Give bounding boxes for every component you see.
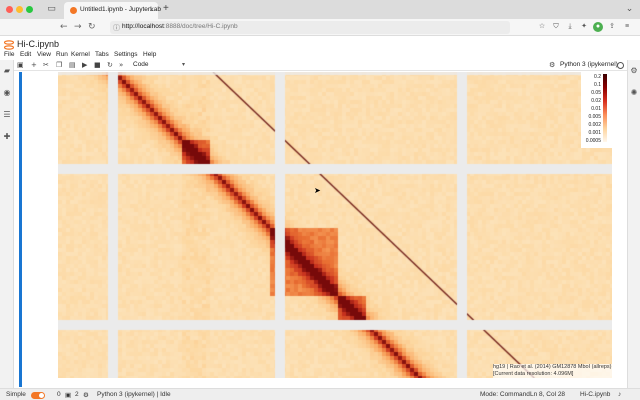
menu-kernel[interactable]: Kernel: [71, 51, 90, 58]
kernel-status-icon: [617, 62, 624, 69]
paste-icon[interactable]: ▤: [69, 61, 76, 69]
right-sidebar: ⚙ ✺: [627, 60, 640, 388]
copy-icon[interactable]: ❐: [56, 61, 62, 69]
left-sidebar: ▰ ◉ ☰ ✚: [0, 60, 14, 388]
browser-tab-active[interactable]: Untitled1.ipynb - JupyterLab ×: [64, 2, 161, 19]
colorbar-tick: 0.0005: [585, 138, 601, 144]
menu-tabs[interactable]: Tabs: [95, 51, 109, 58]
download-icon[interactable]: ⤓: [565, 22, 575, 32]
toc-icon[interactable]: ☰: [3, 111, 11, 119]
colorbar: 0.2 0.1 0.05 0.02 0.01 0.005 0.002 0.001…: [581, 72, 612, 148]
kernel-state[interactable]: Python 3 (ipykernel) | Idle: [97, 391, 171, 398]
attribution-label: hg19 | Rao et al. (2014) GM12878 MboI (a…: [493, 364, 613, 378]
menu-settings[interactable]: Settings: [114, 51, 138, 58]
kernel-icon: ⚙: [83, 392, 89, 399]
insert-cell-icon[interactable]: +: [31, 61, 37, 69]
restart-icon[interactable]: ↻: [107, 61, 113, 69]
tab-close-icon[interactable]: ×: [149, 5, 154, 14]
attribution-line-1: hg19 | Rao et al. (2014) GM12878 MboI (a…: [493, 364, 613, 370]
stop-icon[interactable]: ■: [94, 61, 101, 69]
folder-icon[interactable]: ▰: [3, 67, 11, 75]
bookmark-star-icon[interactable]: ☆: [537, 22, 547, 32]
cursor-position[interactable]: Ln 8, Col 28: [530, 391, 565, 398]
browser-tab-bar: ▭ Untitled1.ipynb - JupyterLab × + ⌄: [0, 0, 640, 19]
reload-icon[interactable]: ↻: [88, 22, 96, 32]
url-bar[interactable]: ⓘ http://localhost:8888/doc/tree/Hi-C.ip…: [110, 21, 510, 34]
extension-icon[interactable]: ✦: [579, 22, 589, 32]
kernel-count[interactable]: 2: [75, 391, 79, 398]
gear-icon[interactable]: ⚙: [549, 61, 555, 69]
cut-icon[interactable]: ✂: [43, 61, 49, 69]
menu-help[interactable]: Help: [143, 51, 156, 58]
hic-heatmap-canvas[interactable]: [58, 72, 612, 378]
colorbar-tick: 0.1: [594, 82, 601, 88]
notification-bell-icon[interactable]: ♪: [618, 391, 621, 398]
jupyter-favicon-icon: [70, 7, 77, 14]
profile-avatar[interactable]: ●: [593, 22, 603, 32]
chevron-down-icon: ▾: [181, 62, 185, 68]
terminal-icon: ▣: [65, 392, 72, 399]
fast-forward-icon[interactable]: »: [119, 61, 123, 69]
notebook-title: Hi-C.ipynb: [17, 39, 60, 49]
tab-list-chevron-icon[interactable]: ⌄: [624, 4, 635, 15]
status-bar: Simple 0 ▣ 2 ⚙ Python 3 (ipykernel) | Id…: [0, 388, 640, 400]
shield-icon[interactable]: ⛉: [551, 22, 561, 32]
forward-icon[interactable]: →: [74, 22, 82, 32]
notebook-toolbar: ▣ + ✂ ❐ ▤ ▶ ■ ↻ » Code ▾ ⚙ Python 3 (ipy…: [14, 60, 627, 71]
maximize-window-button[interactable]: [26, 6, 33, 13]
sidebar-icon[interactable]: ▭: [46, 4, 57, 15]
cell-type-value: Code: [133, 61, 149, 68]
back-icon[interactable]: ←: [60, 22, 68, 32]
run-icon[interactable]: ▶: [82, 61, 87, 69]
colorbar-tick: 0.01: [591, 106, 601, 112]
menu-edit[interactable]: Edit: [20, 51, 31, 58]
colorbar-tick: 0.002: [588, 122, 601, 128]
minimize-window-button[interactable]: [16, 6, 23, 13]
extension-icon[interactable]: ✚: [3, 133, 11, 141]
running-icon[interactable]: ◉: [3, 89, 11, 97]
page-info-icon[interactable]: ⓘ: [113, 23, 120, 33]
share-icon[interactable]: ⇪: [607, 22, 617, 32]
url-text: http://localhost:8888/doc/tree/Hi-C.ipyn…: [122, 23, 238, 30]
colorbar-gradient: [603, 74, 607, 142]
menu-icon[interactable]: ≡: [622, 22, 632, 32]
simple-mode-label: Simple: [6, 391, 26, 398]
editor-mode: Mode: Command: [480, 391, 530, 398]
save-icon[interactable]: ▣: [17, 61, 24, 69]
colorbar-tick: 0.05: [591, 90, 601, 96]
browser-nav-bar: ← → ↻ ⓘ http://localhost:8888/doc/tree/H…: [0, 19, 640, 36]
colorbar-tick: 0.02: [591, 98, 601, 104]
close-window-button[interactable]: [6, 6, 13, 13]
colorbar-tick: 0.001: [588, 130, 601, 136]
cell-type-select[interactable]: Code ▾: [133, 61, 187, 70]
new-tab-icon[interactable]: +: [163, 3, 169, 14]
menu-bar: File Edit View Run Kernel Tabs Settings …: [0, 50, 640, 60]
active-cell-indicator[interactable]: [19, 72, 22, 387]
debugger-icon[interactable]: ✺: [630, 89, 638, 97]
menu-view[interactable]: View: [37, 51, 51, 58]
simple-mode-toggle[interactable]: [31, 392, 45, 399]
settings-icon[interactable]: ⚙: [630, 67, 638, 75]
attribution-line-2: [Current data resolution: 4.096M]: [493, 371, 574, 377]
mouse-cursor-icon: ➤: [314, 186, 321, 195]
colorbar-tick: 0.005: [588, 114, 601, 120]
kernel-name[interactable]: Python 3 (ipykernel): [560, 61, 618, 68]
hic-heatmap[interactable]: [58, 72, 612, 378]
current-file: Hi-C.ipynb: [580, 391, 611, 398]
colorbar-tick: 0.2: [594, 74, 601, 80]
terminal-count[interactable]: 0: [57, 391, 61, 398]
menu-file[interactable]: File: [4, 51, 14, 58]
menu-run[interactable]: Run: [56, 51, 68, 58]
